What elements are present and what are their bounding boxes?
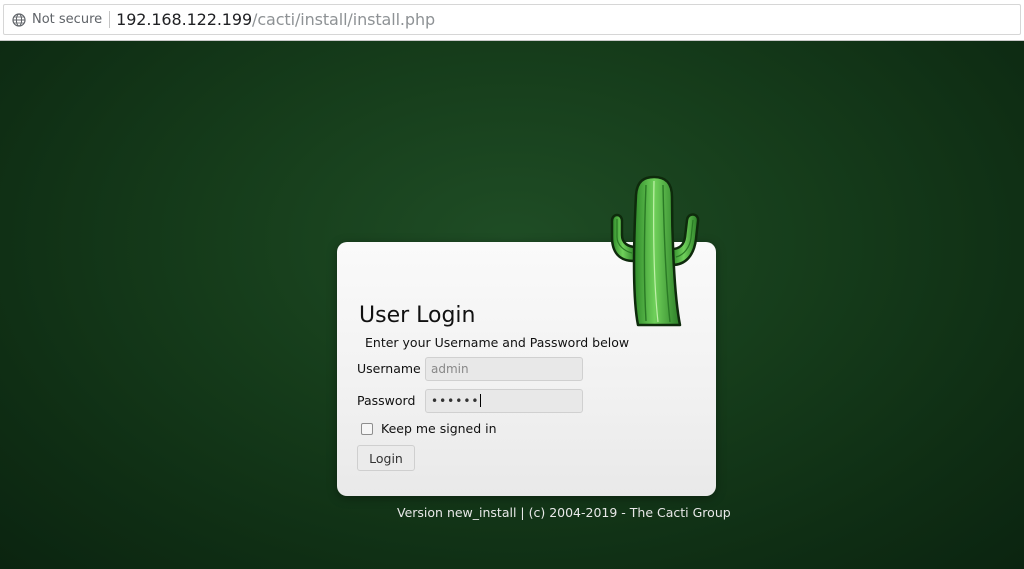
address-divider [109, 11, 111, 28]
page-title: User Login [359, 303, 476, 328]
username-value: admin [431, 362, 469, 376]
username-label: Username [357, 361, 421, 376]
url-path: /cacti/install/install.php [252, 10, 436, 29]
login-instructions: Enter your Username and Password below [365, 335, 630, 350]
login-button[interactable]: Login [357, 445, 415, 471]
text-caret [480, 394, 482, 407]
cactus-logo-icon [610, 175, 700, 327]
password-input[interactable]: •••••• [425, 389, 583, 413]
username-input[interactable]: admin [425, 357, 583, 381]
version-footer: Version new_install | (c) 2004-2019 - Th… [397, 505, 731, 520]
url-field[interactable]: Not secure 192.168.122.199/cacti/install… [3, 4, 1021, 35]
password-label: Password [357, 393, 416, 408]
password-masked: •••••• [431, 394, 480, 408]
remember-me-label[interactable]: Keep me signed in [381, 421, 497, 436]
browser-address-bar: Not secure 192.168.122.199/cacti/install… [0, 0, 1024, 41]
security-indicator[interactable]: Not secure [32, 12, 102, 27]
remember-me-checkbox[interactable] [361, 423, 373, 435]
url-host: 192.168.122.199 [116, 10, 253, 29]
globe-icon[interactable] [12, 12, 26, 27]
